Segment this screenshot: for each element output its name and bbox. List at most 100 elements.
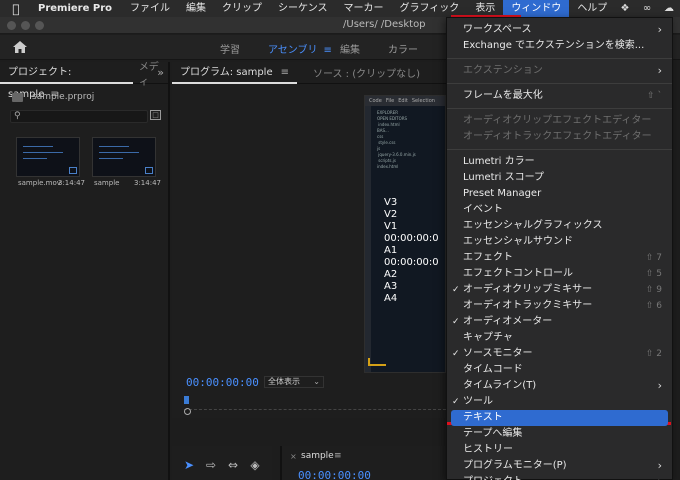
menu-item-label: エクステンション: [463, 65, 543, 76]
menu-item-label: Lumetri スコープ: [463, 172, 545, 183]
chevron-down-icon: ⌄: [313, 377, 320, 386]
submenu-arrow-icon: ›: [657, 379, 662, 392]
menu-marker[interactable]: マーカー: [336, 0, 392, 17]
menu-item[interactable]: イベント: [447, 202, 672, 218]
menu-item[interactable]: プログラムモニター(P) ›: [447, 458, 672, 474]
sequence-thumbnail[interactable]: [92, 137, 156, 177]
menu-item[interactable]: テープへ編集: [447, 426, 672, 442]
timeline-timecode[interactable]: 00:00:00:00: [298, 469, 371, 480]
track-select-tool-icon[interactable]: ⇨: [204, 458, 218, 472]
menu-item[interactable]: ヒストリー: [447, 442, 672, 458]
project-search-input[interactable]: ⚲: [10, 110, 148, 123]
home-icon[interactable]: [12, 40, 28, 54]
close-window-button[interactable]: [7, 21, 16, 30]
menu-item-label: フレームを最大化: [463, 90, 543, 101]
new-bin-icon[interactable]: □: [150, 110, 161, 120]
workspace-learning[interactable]: 学習: [220, 41, 240, 56]
selection-tool-icon[interactable]: ➤: [182, 458, 196, 472]
menu-item[interactable]: プロジェクト ›: [447, 474, 672, 480]
submenu-arrow-icon: ›: [657, 459, 662, 472]
overlay-line: V1 00:00:00:0: [384, 221, 439, 244]
menu-item-label: ソースモニター: [463, 348, 533, 359]
program-timecode[interactable]: 00:00:00:00: [186, 376, 259, 389]
workspace-editing[interactable]: 編集: [340, 41, 360, 56]
timeline-panel: × sample ≡ 00:00:00:00: [280, 446, 450, 480]
menu-item[interactable]: ✓ オーディオクリップミキサー ⇧ 9: [447, 282, 672, 298]
menu-item-label: タイムライン(T): [463, 380, 537, 391]
menu-item[interactable]: Lumetri スコープ: [447, 170, 672, 186]
menu-item-label: オーディオクリップミキサー: [463, 284, 593, 295]
checkmark-icon: ✓: [452, 285, 460, 295]
menu-item[interactable]: エッセンシャルグラフィックス: [447, 218, 672, 234]
app-menu[interactable]: Premiere Pro: [32, 3, 122, 14]
minimize-window-button[interactable]: [21, 21, 30, 30]
menu-item[interactable]: エフェクトコントロール ⇧ 5: [447, 266, 672, 282]
menu-item[interactable]: Lumetri カラー: [447, 154, 672, 170]
menu-item[interactable]: タイムコード: [447, 362, 672, 378]
hamburger-icon[interactable]: ≡: [334, 451, 342, 461]
menu-item-label: テープへ編集: [463, 428, 523, 439]
in-point-handle[interactable]: [184, 408, 191, 415]
menu-item[interactable]: ワークスペース ›: [447, 22, 672, 38]
menu-item-label: エフェクト: [463, 252, 513, 263]
program-tab-label: プログラム: sample: [180, 66, 273, 78]
dropbox-icon[interactable]: ❖: [618, 3, 632, 14]
workspace-assembly[interactable]: アセンブリ ≡: [268, 41, 332, 56]
menu-item[interactable]: ✓ ソースモニター ⇧ 2: [447, 346, 672, 362]
menu-item-label: Exchange でエクステンションを検索...: [463, 40, 645, 51]
hamburger-icon[interactable]: ≡: [324, 45, 332, 56]
scrub-bar[interactable]: [184, 400, 446, 410]
workspace-color[interactable]: カラー: [388, 41, 418, 56]
menu-separator: [447, 83, 672, 84]
menu-item-label: ヒストリー: [463, 444, 513, 455]
tab-project[interactable]: プロジェクト: sample ≡: [0, 62, 133, 100]
menu-edit[interactable]: 編集: [178, 0, 214, 17]
checkmark-icon: ✓: [452, 349, 460, 359]
menu-item[interactable]: タイムライン(T) ›: [447, 378, 672, 394]
menu-item-label: エッセンシャルサウンド: [463, 236, 573, 247]
zoom-window-button[interactable]: [35, 21, 44, 30]
zoom-select[interactable]: 全体表示 ⌄: [264, 376, 324, 388]
menu-item-shortcut: ⇧ 5: [645, 269, 662, 279]
chevron-right-icon[interactable]: »: [157, 66, 164, 79]
tab-program[interactable]: プログラム: sample ≡: [172, 62, 297, 84]
menu-item[interactable]: エッセンシャルサウンド: [447, 234, 672, 250]
menu-item-label: プロジェクト: [463, 476, 523, 480]
menu-item[interactable]: Preset Manager: [447, 186, 672, 202]
menu-item-label: テキスト: [463, 412, 503, 423]
menu-item-label: オーディオトラックミキサー: [463, 300, 593, 311]
menu-item[interactable]: キャプチャ: [447, 330, 672, 346]
menu-sequence[interactable]: シーケンス: [270, 0, 336, 17]
timeline-tab[interactable]: sample: [301, 451, 334, 461]
menu-item[interactable]: Exchange でエクステンションを検索...: [447, 38, 672, 54]
playhead[interactable]: [184, 396, 189, 404]
menu-item-shortcut: ⇧ 9: [645, 285, 662, 295]
cloud-icon[interactable]: ☁: [662, 3, 676, 14]
clip-thumbnail[interactable]: [16, 137, 80, 177]
ripple-edit-tool-icon[interactable]: ⇔: [226, 458, 240, 472]
tab-source[interactable]: ソース : (クリップなし): [297, 65, 420, 80]
menu-help[interactable]: ヘルプ: [569, 0, 615, 17]
menu-item-shortcut: ⇧ `: [647, 91, 662, 101]
menu-bar:  Premiere Pro ファイル 編集 クリップ シーケンス マーカー グ…: [0, 0, 680, 17]
clip-duration: 3:14:47: [58, 179, 85, 187]
menu-item[interactable]: オーディオトラックミキサー ⇧ 6: [447, 298, 672, 314]
menu-separator: [447, 58, 672, 59]
razor-tool-icon[interactable]: ◈: [248, 458, 262, 472]
tools-panel: ➤ ⇨ ⇔ ◈: [172, 446, 272, 480]
menu-file[interactable]: ファイル: [122, 0, 178, 17]
menu-item[interactable]: ✓ ツール: [447, 394, 672, 410]
apple-icon[interactable]: : [0, 2, 32, 16]
menu-clip[interactable]: クリップ: [214, 0, 270, 17]
close-icon[interactable]: ×: [290, 452, 297, 461]
hamburger-icon[interactable]: ≡: [281, 67, 289, 78]
menu-item-label: オーディオメーター: [463, 316, 553, 327]
menu-item-label: タイムコード: [463, 364, 523, 375]
menu-item[interactable]: フレームを最大化 ⇧ `: [447, 88, 672, 104]
creative-cloud-icon[interactable]: ∞: [640, 3, 654, 14]
menu-item: エクステンション ›: [447, 63, 672, 79]
menu-item[interactable]: エフェクト ⇧ 7: [447, 250, 672, 266]
menu-item[interactable]: テキスト: [451, 410, 668, 426]
menu-item[interactable]: ✓ オーディオメーター: [447, 314, 672, 330]
zoom-value: 全体表示: [268, 377, 300, 386]
